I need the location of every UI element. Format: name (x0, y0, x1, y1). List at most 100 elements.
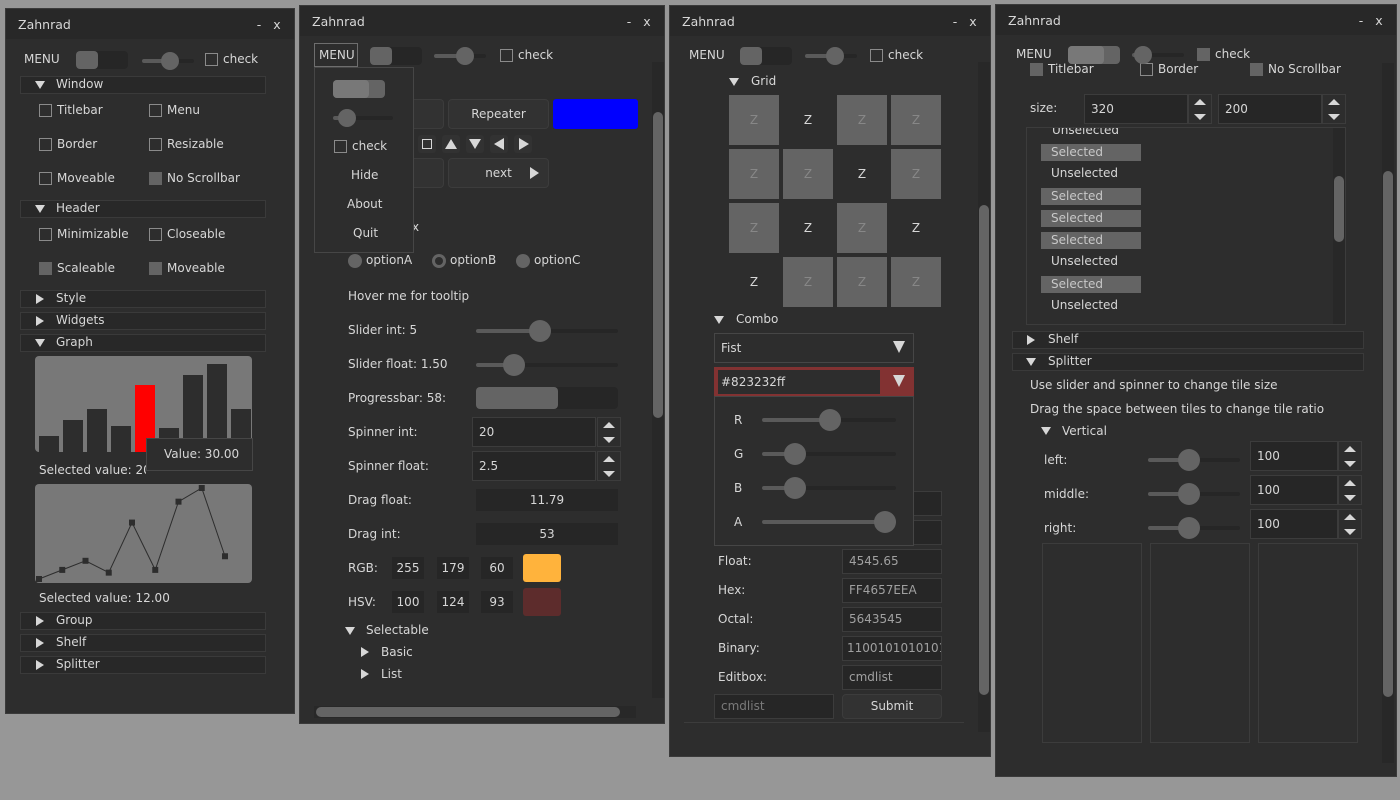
channel-b-slider[interactable] (762, 477, 896, 499)
menu-item-hide[interactable]: Hide (351, 168, 378, 182)
drag-float-field[interactable]: 11.79 (476, 489, 618, 511)
menu-slider[interactable] (1132, 46, 1184, 64)
list-section-title[interactable]: List (381, 667, 402, 681)
splitter-tile-middle[interactable] (1150, 543, 1250, 743)
titlebar-checkbox[interactable] (39, 104, 52, 117)
grid-tile[interactable]: Z (891, 95, 941, 145)
vertical-scrollbar[interactable] (1382, 63, 1394, 763)
cut-checkbox-3[interactable] (1250, 63, 1263, 76)
horizontal-scrollbar[interactable] (314, 706, 636, 718)
header-moveable-checkbox[interactable] (149, 262, 162, 275)
grid-tile[interactable]: Z (891, 149, 941, 199)
grid-tile[interactable]: Z (783, 95, 833, 145)
middle-spinner-field[interactable]: 100 (1250, 475, 1338, 505)
grid-tile[interactable]: Z (783, 257, 833, 307)
minimize-button[interactable]: - (946, 14, 964, 29)
spinner-int-field[interactable]: 20 (472, 417, 596, 447)
octal-field[interactable]: 5643545 (842, 607, 942, 632)
list-scrollbar[interactable] (1333, 128, 1345, 324)
line-point[interactable] (82, 557, 89, 564)
minimize-button[interactable]: - (1352, 13, 1370, 28)
bar[interactable] (63, 420, 83, 452)
line-point[interactable] (198, 485, 205, 491)
border-checkbox[interactable] (39, 138, 52, 151)
tooltip-hover-label[interactable]: Hover me for tooltip (348, 289, 469, 303)
minimize-button[interactable]: - (620, 14, 638, 29)
grid-tile[interactable]: Z (837, 95, 887, 145)
menu-toggle[interactable] (1068, 46, 1120, 64)
menu-item-quit[interactable]: Quit (353, 226, 378, 240)
vertical-section-title[interactable]: Vertical (1062, 424, 1107, 438)
vertical-scrollbar[interactable] (978, 62, 990, 732)
menu-button[interactable]: MENU (24, 52, 60, 66)
binary-field[interactable]: 1100101010101 (842, 636, 942, 661)
scaleable-checkbox[interactable] (39, 262, 52, 275)
menu-slider[interactable] (142, 52, 194, 70)
minimize-button[interactable]: - (250, 17, 268, 32)
bar[interactable] (39, 436, 59, 452)
line-point[interactable] (222, 553, 228, 560)
splitter-tile-right[interactable] (1258, 543, 1358, 743)
menu-checkbox[interactable] (205, 53, 218, 66)
right-button[interactable] (514, 135, 532, 153)
radio-option-a[interactable] (348, 254, 362, 268)
minimizable-checkbox[interactable] (39, 228, 52, 241)
menu-checkbox[interactable] (1197, 48, 1210, 61)
window-titlebar[interactable]: Zahnrad - x (670, 6, 990, 36)
line-point[interactable] (152, 566, 159, 573)
menu-item-about[interactable]: About (347, 197, 382, 211)
popup-toggle[interactable] (333, 80, 385, 98)
grid-tile[interactable]: Z (729, 95, 779, 145)
resizable-checkbox[interactable] (149, 138, 162, 151)
left-button[interactable] (490, 135, 508, 153)
moveable-checkbox[interactable] (39, 172, 52, 185)
submit-button[interactable]: Submit (842, 694, 942, 719)
editbox-field[interactable]: cmdlist (842, 665, 942, 690)
window-titlebar[interactable]: Zahnrad - x (6, 9, 294, 39)
list-item-selected[interactable]: Selected (1041, 276, 1141, 293)
menu-toggle[interactable] (740, 47, 792, 65)
close-button[interactable]: x (1370, 13, 1388, 28)
hsv-h-field[interactable]: 100 (392, 591, 424, 613)
channel-a-slider[interactable] (762, 511, 896, 533)
right-slider[interactable] (1148, 517, 1240, 539)
size-width-field[interactable]: 320 (1084, 94, 1188, 124)
repeater-button[interactable]: Repeater (448, 99, 549, 129)
list-item-selected[interactable]: Selected (1041, 144, 1141, 161)
close-button[interactable]: x (964, 14, 982, 29)
blue-color-button[interactable] (553, 99, 638, 129)
list-item-cut[interactable]: Unselected (1042, 128, 1119, 137)
rgb-g-field[interactable]: 179 (437, 557, 469, 579)
window-titlebar[interactable]: Zahnrad - x (300, 6, 664, 36)
line-point[interactable] (129, 519, 135, 526)
line-point[interactable] (36, 576, 42, 582)
size-height-spinner[interactable] (1322, 94, 1346, 124)
list-item-selected[interactable]: Selected (1041, 210, 1141, 227)
slider-float[interactable] (476, 354, 618, 376)
line-chart[interactable] (35, 484, 252, 583)
combo-section-title[interactable]: Combo (736, 312, 778, 326)
popup-slider[interactable] (333, 109, 393, 127)
grid-tile[interactable]: Z (837, 257, 887, 307)
grid-tile[interactable]: Z (729, 149, 779, 199)
list-item-selected[interactable]: Selected (1041, 188, 1141, 205)
grid-tile[interactable]: Z (837, 149, 887, 199)
spinner-float-buttons[interactable] (597, 451, 621, 481)
middle-slider[interactable] (1148, 483, 1240, 505)
hidden-button-2[interactable] (410, 158, 444, 188)
hsv-color-swatch[interactable] (523, 588, 561, 616)
hsv-v-field[interactable]: 93 (481, 591, 513, 613)
size-width-spinner[interactable] (1188, 94, 1212, 124)
hsv-s-field[interactable]: 124 (437, 591, 469, 613)
no-scrollbar-checkbox[interactable] (149, 172, 162, 185)
window-titlebar[interactable]: Zahnrad - x (996, 5, 1396, 35)
cut-checkbox-2[interactable] (1140, 63, 1153, 76)
size-height-field[interactable]: 200 (1218, 94, 1322, 124)
menu-slider[interactable] (434, 47, 486, 65)
progressbar[interactable] (476, 387, 618, 409)
list-item-selected[interactable]: Selected (1041, 232, 1141, 249)
left-spinner-buttons[interactable] (1338, 441, 1362, 471)
grid-tile[interactable]: Z (729, 257, 779, 307)
menu-button[interactable]: MENU (689, 48, 725, 62)
bar[interactable] (87, 409, 107, 452)
